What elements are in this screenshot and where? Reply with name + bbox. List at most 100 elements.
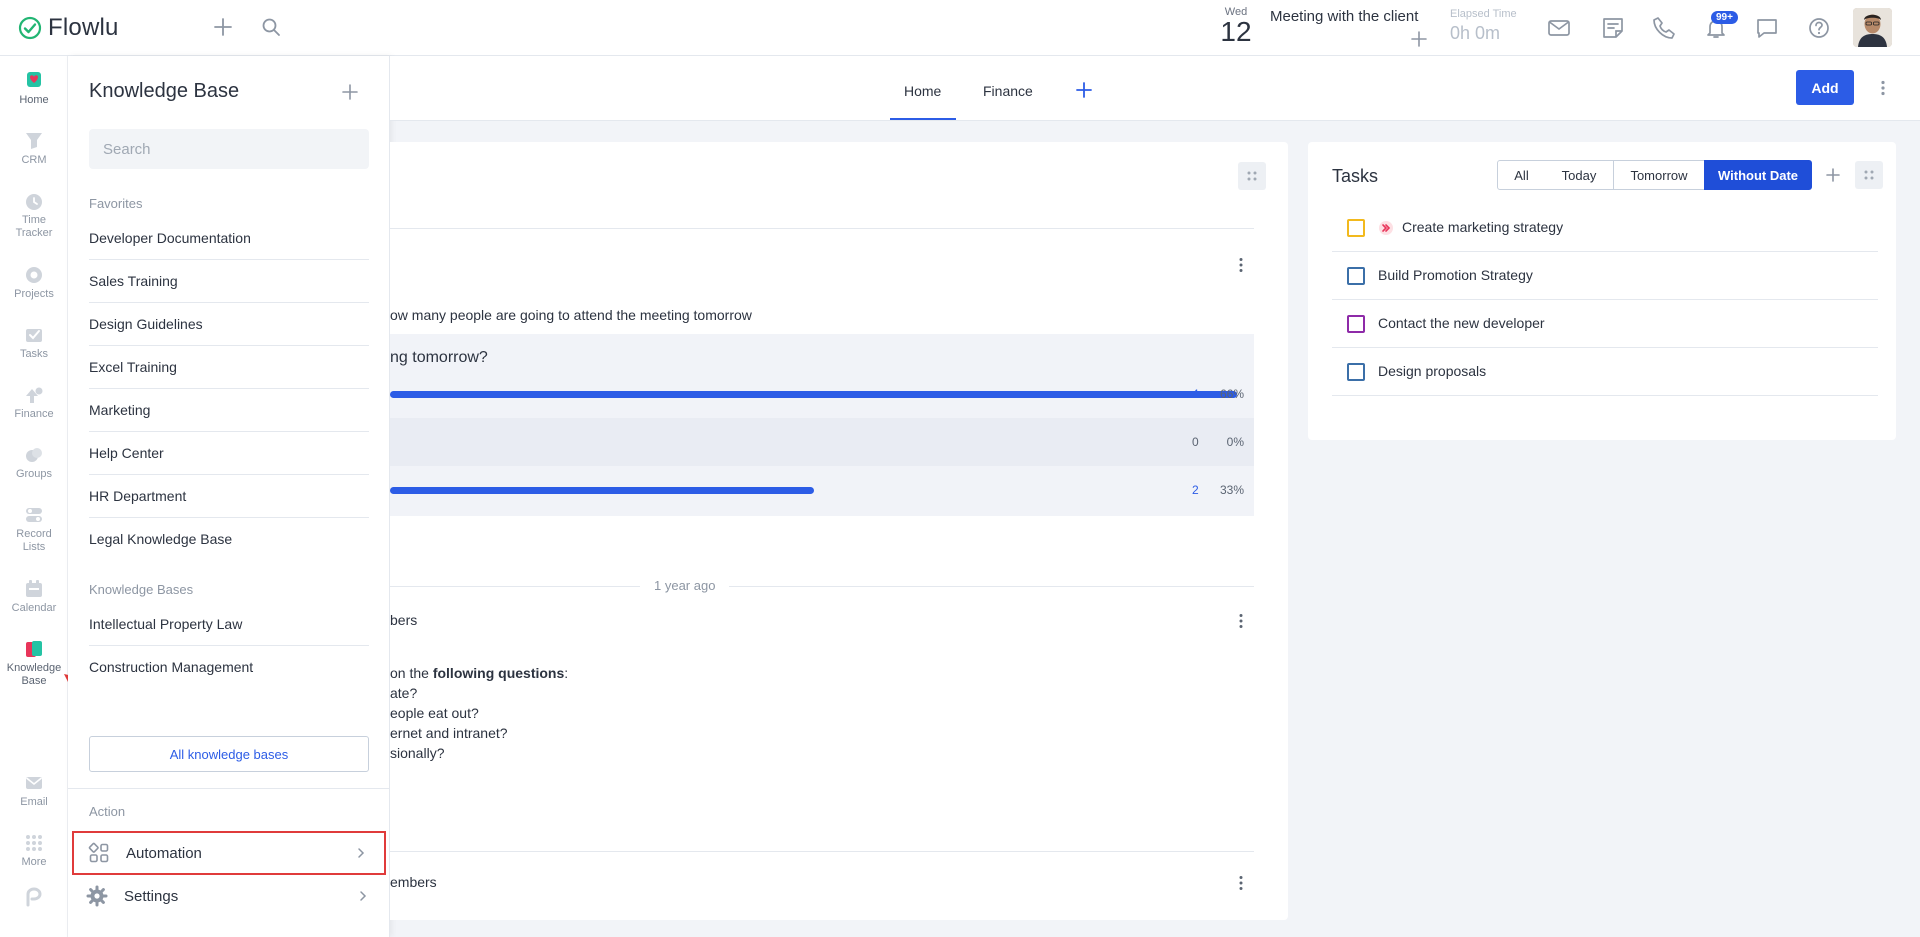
settings-action[interactable]: Settings [72, 874, 386, 918]
elapsed-label: Elapsed Time [1450, 8, 1517, 20]
drag-handle[interactable] [1855, 161, 1883, 189]
nav-item-home[interactable]: Home [0, 70, 68, 107]
nav-label: Time Tracker [15, 214, 53, 239]
poll-row-background [390, 418, 1254, 466]
task-title[interactable]: Contact the new developer [1378, 315, 1545, 331]
more-options-icon[interactable] [1874, 79, 1892, 97]
add-knowledge-base-icon[interactable] [340, 82, 360, 102]
nav-item-finance[interactable]: Finance [0, 384, 68, 421]
quick-add-icon[interactable] [210, 14, 236, 40]
nav-label: Tasks [19, 348, 49, 360]
task-title[interactable]: Create marketing strategy [1402, 219, 1563, 235]
kb-base-item[interactable]: Intellectual Property Law [89, 603, 369, 646]
add-event-icon[interactable] [1408, 28, 1430, 50]
drag-handle[interactable] [1238, 162, 1266, 190]
task-checkbox[interactable] [1347, 219, 1365, 237]
automation-action[interactable]: Automation [72, 831, 386, 875]
nav-label: Record Lists [16, 528, 52, 553]
main-navigation-rail: Home CRM Time Tracker Projects Tasks Fin… [0, 56, 68, 937]
upcoming-event[interactable]: Meeting with the client [1270, 8, 1430, 47]
kb-favorite-item[interactable]: Help Center [89, 432, 369, 475]
post-options-icon[interactable] [1232, 612, 1250, 630]
kb-favorite-item[interactable]: Design Guidelines [89, 303, 369, 346]
add-tab-icon[interactable] [1074, 80, 1094, 100]
feed-divider [390, 228, 1254, 229]
time-tracker-widget[interactable]: Elapsed Time 0h 0m [1450, 8, 1517, 44]
task-title[interactable]: Build Promotion Strategy [1378, 267, 1533, 283]
task-row[interactable]: Design proposals [1332, 348, 1878, 396]
filter-today[interactable]: Today [1545, 160, 1614, 190]
notes-icon[interactable] [1599, 14, 1627, 42]
task-row[interactable]: Build Promotion Strategy [1332, 252, 1878, 300]
nav-item-record-lists[interactable]: Record Lists [0, 504, 68, 554]
add-widget-button[interactable]: Add [1796, 70, 1854, 105]
poll-vote-count[interactable]: 2 [1192, 483, 1199, 497]
tasks-widget: Tasks All Today Tomorrow Without Date Cr… [1308, 142, 1896, 440]
nav-item-email[interactable]: Email [0, 772, 68, 809]
active-tab-indicator [890, 118, 956, 120]
kb-favorite-item[interactable]: Sales Training [89, 260, 369, 303]
task-title[interactable]: Design proposals [1378, 363, 1486, 379]
filter-all[interactable]: All [1497, 160, 1546, 190]
nav-item-groups[interactable]: Groups [0, 444, 68, 481]
nav-label: Projects [14, 288, 54, 300]
finance-icon [26, 387, 43, 403]
action-label: Automation [126, 844, 202, 862]
kb-favorite-item[interactable]: Excel Training [89, 346, 369, 389]
tab-home[interactable]: Home [904, 83, 941, 99]
nav-label: Email [20, 796, 48, 808]
nav-item-projects[interactable]: Projects [0, 264, 68, 301]
nav-label: Groups [15, 468, 53, 480]
kb-favorite-item[interactable]: HR Department [89, 475, 369, 518]
email-icon [26, 777, 42, 789]
poll-result-bar [390, 391, 1237, 398]
notification-badge: 99+ [1711, 11, 1738, 24]
nav-item-time-tracker[interactable]: Time Tracker [0, 190, 68, 240]
home-icon [27, 72, 41, 87]
nav-item-more[interactable]: More [0, 832, 68, 869]
flowlu-mark-icon [26, 887, 42, 907]
chat-icon[interactable] [1753, 14, 1781, 42]
all-knowledge-bases-button[interactable]: All knowledge bases [89, 736, 369, 772]
poll-percentage: 0% [1226, 435, 1244, 449]
filter-tomorrow[interactable]: Tomorrow [1614, 160, 1705, 190]
help-icon[interactable] [1805, 14, 1833, 42]
drag-handle-icon [1864, 170, 1874, 180]
nav-item-tasks[interactable]: Tasks [0, 324, 68, 361]
calendar-date[interactable]: Wed 12 [1218, 6, 1254, 46]
dashboard-header [390, 56, 1920, 121]
kb-search-input[interactable] [89, 129, 369, 169]
filter-without-date[interactable]: Without Date [1704, 160, 1812, 190]
task-checkbox[interactable] [1347, 363, 1365, 381]
user-avatar[interactable] [1853, 8, 1892, 47]
task-row[interactable]: Contact the new developer [1332, 300, 1878, 348]
kb-base-item[interactable]: Construction Management [89, 646, 369, 689]
task-checkbox[interactable] [1347, 267, 1365, 285]
search-icon[interactable] [258, 14, 284, 40]
knowledge-base-icon [26, 641, 42, 657]
mail-icon[interactable] [1545, 14, 1573, 42]
gear-icon [86, 885, 108, 907]
tab-finance[interactable]: Finance [983, 83, 1033, 99]
poll-vote-count[interactable]: 4 [1192, 387, 1199, 401]
poll-percentage: 66% [1219, 387, 1244, 401]
nav-item-collapse[interactable] [0, 886, 68, 908]
phone-icon[interactable] [1650, 14, 1678, 42]
kb-favorite-item[interactable]: Marketing [89, 389, 369, 432]
add-task-icon[interactable] [1824, 166, 1842, 184]
nav-item-crm[interactable]: CRM [0, 130, 68, 167]
priority-high-icon [1379, 221, 1393, 235]
chevron-right-icon [360, 891, 367, 901]
post-options-icon[interactable] [1232, 256, 1250, 274]
nav-item-calendar[interactable]: Calendar [0, 578, 68, 615]
elapsed-value: 0h 0m [1450, 23, 1501, 43]
kb-favorite-item[interactable]: Developer Documentation [89, 217, 369, 260]
task-row[interactable]: Create marketing strategy [1332, 204, 1878, 252]
post-line: ernet and intranet? [390, 725, 508, 741]
kb-favorite-item[interactable]: Legal Knowledge Base [89, 518, 369, 561]
more-grid-icon [26, 835, 42, 851]
app-logo[interactable]: Flowlu [18, 14, 119, 42]
task-checkbox[interactable] [1347, 315, 1365, 333]
post-options-icon[interactable] [1232, 874, 1250, 892]
automation-icon [88, 842, 109, 863]
